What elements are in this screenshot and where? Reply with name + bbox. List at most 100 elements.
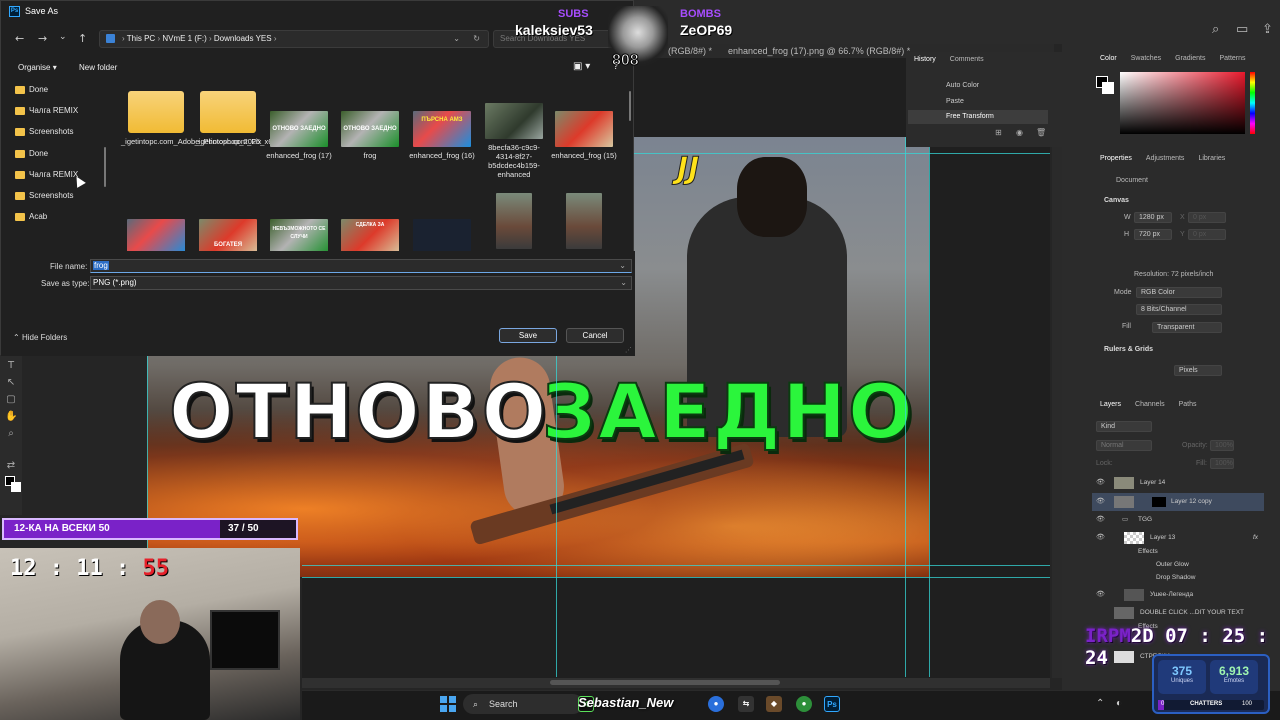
tab-paths[interactable]: Paths xyxy=(1179,401,1197,408)
swap-colors-icon[interactable]: ⇄ xyxy=(5,460,17,471)
save-button[interactable]: Save xyxy=(499,328,557,343)
browser-app-icon[interactable]: ● xyxy=(796,696,812,712)
layer-filter-select[interactable]: Kind xyxy=(1096,421,1152,432)
color-picker-field[interactable] xyxy=(1120,72,1245,134)
visibility-icon[interactable]: 👁 xyxy=(1096,474,1105,492)
nav-item-done[interactable]: Done xyxy=(15,149,48,158)
layer-row-selected[interactable]: 👁 Layer 12 copy xyxy=(1092,493,1264,511)
cancel-button[interactable]: Cancel xyxy=(566,328,624,343)
horizontal-scrollbar[interactable] xyxy=(550,680,780,685)
visibility-icon[interactable]: 👁 xyxy=(1096,511,1105,529)
hand-tool-icon[interactable]: ✋ xyxy=(5,411,17,422)
blend-mode-select[interactable]: Normal xyxy=(1096,440,1152,451)
effects-row[interactable]: Effects xyxy=(1092,545,1264,558)
hide-folders-toggle[interactable]: ⌃ Hide Folders xyxy=(13,333,67,342)
tab-patterns[interactable]: Patterns xyxy=(1219,55,1245,62)
file-item[interactable]: НЕВЪЗМОЖНОТО СЕ СЛУЧИ xyxy=(264,219,334,251)
file-item[interactable]: enhanced_frog (15) xyxy=(549,111,619,160)
history-item-selected[interactable]: Free Transform xyxy=(908,110,1048,124)
fill-select[interactable]: Transparent xyxy=(1152,322,1222,333)
camera-icon[interactable]: ◉ xyxy=(1016,128,1023,137)
bit-depth-select[interactable]: 8 Bits/Channel xyxy=(1136,304,1222,315)
background-color-swatch[interactable] xyxy=(11,482,21,492)
background-color[interactable] xyxy=(1102,82,1114,94)
visibility-icon[interactable]: 👁 xyxy=(1096,493,1105,511)
breadcrumb-downloads[interactable]: Downloads YES xyxy=(214,34,272,43)
effect-row[interactable]: Drop Shadow xyxy=(1092,571,1264,584)
nav-item-acab[interactable]: Acab xyxy=(15,212,47,221)
share-icon[interactable]: ⇪ xyxy=(1262,22,1273,37)
photoshop-taskbar-icon[interactable]: Ps xyxy=(824,696,840,712)
file-item[interactable] xyxy=(121,219,191,251)
file-item[interactable]: СДЕЛКА ЗА xyxy=(335,219,405,251)
breadcrumb-this-pc[interactable]: This PC xyxy=(127,34,155,43)
windows-start-icon[interactable] xyxy=(440,696,456,712)
breadcrumb-drive[interactable]: NVmE 1 (F:) xyxy=(162,34,206,43)
chevron-down-icon[interactable]: ⌄ xyxy=(620,277,627,289)
tab-document-2[interactable]: enhanced_frog (17).png @ 66.7% (RGB/8#) … xyxy=(728,46,910,56)
tab-properties[interactable]: Properties xyxy=(1100,155,1132,162)
effect-row[interactable]: Outer Glow xyxy=(1092,558,1264,571)
tab-document-1[interactable]: (RGB/8#) * xyxy=(668,46,712,56)
recent-locations-icon[interactable]: ⌄ xyxy=(59,32,67,42)
vertical-scrollbar[interactable] xyxy=(1052,66,1062,678)
tab-channels[interactable]: Channels xyxy=(1135,401,1165,408)
trash-icon[interactable]: 🗑 xyxy=(1036,128,1046,137)
nav-item-screenshots[interactable]: Screenshots xyxy=(15,191,73,200)
height-input[interactable]: 720 px xyxy=(1134,229,1172,240)
rectangle-tool-icon[interactable]: ▢ xyxy=(5,394,17,405)
nav-pane-scrollbar[interactable] xyxy=(104,147,106,187)
view-options-icon[interactable]: ▣ ▾ xyxy=(573,61,590,72)
up-arrow-icon[interactable]: ↑ xyxy=(78,32,87,45)
file-item[interactable] xyxy=(479,193,549,251)
workspace-icon[interactable]: ▭ xyxy=(1236,22,1248,37)
history-item[interactable]: Paste xyxy=(908,95,1048,109)
units-select[interactable]: Pixels xyxy=(1174,365,1222,376)
app-icon[interactable]: ◆ xyxy=(766,696,782,712)
task-view-icon[interactable]: ⇆ xyxy=(738,696,754,712)
tray-chevron-icon[interactable]: ⌃ xyxy=(1096,698,1104,709)
tab-comments[interactable]: Comments xyxy=(950,56,984,63)
address-bar[interactable]: › This PC › NVmE 1 (F:) › Downloads YES … xyxy=(99,30,489,48)
chevron-down-icon[interactable]: ⌄ xyxy=(618,260,627,272)
tab-history[interactable]: History xyxy=(914,56,936,63)
file-list-scrollbar[interactable] xyxy=(629,91,631,121)
type-tool-icon[interactable]: T xyxy=(5,360,17,371)
mode-select[interactable]: RGB Color xyxy=(1136,287,1222,298)
organise-button[interactable]: Organise ▾ xyxy=(18,63,57,72)
nav-item-chalga-remix[interactable]: Чалга REMIX xyxy=(15,106,78,115)
file-item[interactable]: _igetintopc.com_Adobe_Photoshop_2025_x64 xyxy=(121,91,277,146)
chrome-app-icon[interactable]: ● xyxy=(708,696,724,712)
taskbar-search[interactable]: ⌕ Search xyxy=(463,694,583,714)
file-item[interactable]: ОТНОВО ЗАЕДНО enhanced_frog (17) xyxy=(264,111,334,160)
visibility-icon[interactable]: 👁 xyxy=(1096,586,1105,604)
file-item[interactable] xyxy=(407,219,477,251)
path-select-icon[interactable]: ↖ xyxy=(5,377,17,388)
search-icon[interactable]: ⌕ xyxy=(1212,22,1219,37)
save-as-type-select[interactable]: PNG (*.png) ⌄ xyxy=(90,276,632,290)
tab-layers[interactable]: Layers xyxy=(1100,401,1121,408)
file-item[interactable]: 8becfa36-c9c9-4314-8f27-b5dcdec4b159-enh… xyxy=(479,103,549,179)
address-dropdown-icon[interactable]: ⌄ xyxy=(453,31,460,47)
width-input[interactable]: 1280 px xyxy=(1134,212,1172,223)
back-arrow-icon[interactable]: ← xyxy=(15,32,24,45)
layer-group-row[interactable]: 👁 ▭ TGG xyxy=(1092,511,1264,529)
new-snapshot-icon[interactable]: ⊞ xyxy=(995,128,1002,137)
layer-fill-input[interactable]: 100% xyxy=(1210,458,1234,469)
dialog-titlebar[interactable] xyxy=(1,1,635,23)
file-item[interactable]: ПЪРСНА АМЗ enhanced_frog (16) xyxy=(407,111,477,160)
refresh-icon[interactable]: ↻ xyxy=(473,31,480,47)
layer-row[interactable]: 👁 Layer 14 xyxy=(1092,474,1264,492)
file-item[interactable]: ОТНОВО ЗАЕДНО frog xyxy=(335,111,405,160)
zoom-tool-icon[interactable]: ⌕ xyxy=(5,428,17,439)
forward-arrow-icon[interactable]: → xyxy=(38,32,47,45)
history-item[interactable]: Auto Color xyxy=(908,79,1048,93)
x-input[interactable]: 0 px xyxy=(1188,212,1226,223)
layer-row[interactable]: 👁 Ушее-Легенда xyxy=(1092,586,1264,604)
tab-gradients[interactable]: Gradients xyxy=(1175,55,1205,62)
y-input[interactable]: 0 px xyxy=(1188,229,1226,240)
opacity-input[interactable]: 100% xyxy=(1210,440,1234,451)
resize-grip-icon[interactable]: ⋰ xyxy=(625,346,632,354)
file-name-input[interactable]: frog ⌄ xyxy=(90,259,632,273)
file-item[interactable]: БОГАТЕЯ xyxy=(193,219,263,251)
